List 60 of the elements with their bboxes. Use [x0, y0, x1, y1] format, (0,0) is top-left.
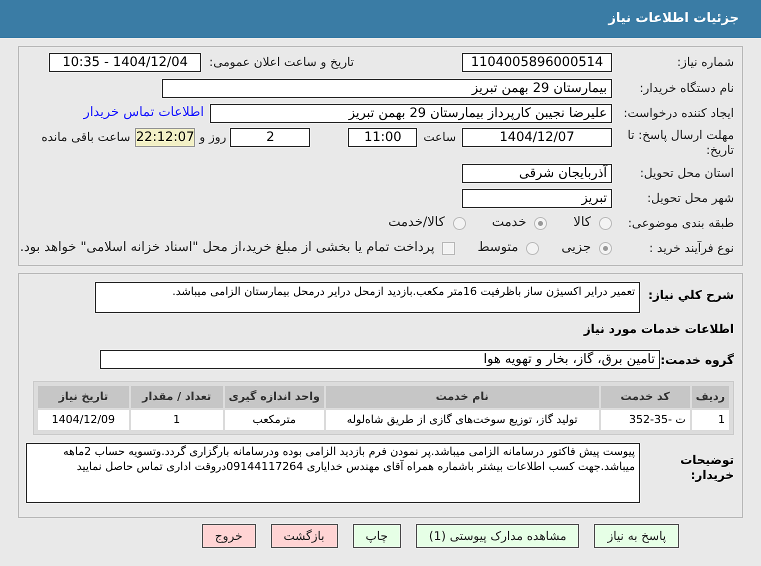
field-label: مهلت ارسال پاسخ: تا تاریخ:	[626, 128, 734, 158]
text-field[interactable]: 11:00	[348, 128, 418, 147]
field-label: شماره نیاز:	[676, 54, 734, 71]
table-cell: 1404/12/09	[38, 410, 129, 430]
action-button[interactable]: چاپ	[352, 524, 401, 548]
text-field[interactable]: 1104005896000514	[462, 52, 612, 72]
text-field[interactable]: تبریز	[462, 188, 612, 208]
text-field[interactable]: 1404/12/04 - 10:35	[49, 52, 202, 72]
table-cell: 1	[692, 410, 729, 430]
page-title: جزئیات اطلاعات نیاز	[608, 10, 739, 28]
summary-textarea[interactable]: تعمیر درایر اکسیژن ساز باظرفیت 16متر مکعب.بازدید ازمحل درایر درمحل بیمارستان الزامی میباشد.	[95, 282, 640, 313]
action-button[interactable]: پاسخ به نیاز	[594, 524, 680, 548]
table-cell: 1	[130, 410, 223, 430]
field-label: گروه خدمت:	[660, 352, 734, 368]
field-label: طبقه بندی موضوعی:	[626, 215, 734, 232]
radio-button[interactable]	[599, 216, 612, 230]
column-header: ردیف	[692, 386, 729, 408]
field-label: تاریخ و ساعت اعلان عمومی:	[209, 54, 354, 71]
field-label: نام دستگاه خریدار:	[638, 80, 734, 97]
action-button[interactable]: مشاهده مدارک پیوستی (1)	[416, 524, 580, 548]
table-cell: مترمکعب	[224, 410, 324, 430]
radio-button[interactable]	[534, 216, 548, 230]
radio-label: خدمت	[492, 214, 526, 232]
notes-textarea[interactable]: پیوست پیش فاکتور درسامانه الزامی میباشد.پر نمودن فرم بازدید الزامی بوده ودرسامانه بارگزاری گردد.وتسویه حساب 2ماهه میباشد.جهت کسب اطلاعات بیشتر باشماره همراه آقای مهندس خدایاری 09144117264دروقت اداری تماس حاصل نمایید	[26, 443, 640, 503]
radio-button[interactable]	[526, 242, 540, 254]
radio-label: جزیی	[561, 239, 591, 258]
table-cell: تولید گاز، توزیع سوخت‌های گازی از طریق شاه‌لوله	[326, 410, 599, 430]
field-label: ساعت	[423, 129, 456, 146]
text-field[interactable]: علیرضا نجیبن کارپرداز بیمارستان 29 بهمن تبریز	[210, 104, 612, 122]
field-label: توضیحات خریدار:	[679, 453, 734, 483]
contact-link[interactable]: اطلاعات تماس خریدار	[84, 103, 204, 123]
field-label: ساعت باقی مانده	[41, 129, 130, 146]
field-label: ایجاد کننده درخواست:	[622, 105, 734, 122]
field-label: استان محل تحویل:	[638, 165, 734, 182]
radio-label: کالا	[573, 214, 591, 232]
text-field[interactable]: تامین برق، گاز، بخار و تهویه هوا	[100, 350, 660, 369]
text-field[interactable]: 1404/12/07	[462, 128, 612, 147]
column-header: تاریخ نیاز	[38, 386, 129, 408]
field-label: شرح کلي نياز:	[648, 287, 734, 304]
field-label: شهر محل تحویل:	[646, 190, 734, 207]
radio-button[interactable]	[599, 242, 612, 254]
column-header: نام خدمت	[326, 386, 599, 408]
text-field[interactable]: آذربایجان شرقی	[462, 164, 612, 182]
checkbox[interactable]	[442, 242, 456, 254]
radio-label: متوسط	[477, 239, 518, 258]
radio-button[interactable]	[452, 216, 466, 230]
radio-label: کالا/خدمت	[388, 214, 445, 232]
section-title: اطلاعات خدمات مورد نیاز	[582, 321, 734, 338]
checkbox-label: پرداخت تمام یا بخشی از مبلغ خرید،از محل "اسناد خزانه اسلامی" خواهد بود.	[20, 239, 434, 258]
countdown-field: 22:12:07	[135, 128, 196, 147]
column-header: واحد اندازه گیری	[224, 386, 324, 408]
column-header: کد خدمت	[600, 386, 690, 408]
action-button[interactable]: خروج	[202, 524, 256, 548]
text-field[interactable]: بیمارستان 29 بهمن تبریز	[162, 78, 612, 98]
table-cell: ت -35-352	[600, 410, 690, 430]
action-button[interactable]: بازگشت	[270, 524, 338, 548]
field-label: روز و	[199, 129, 226, 146]
column-header: تعداد / مقدار	[130, 386, 223, 408]
text-field[interactable]: 2	[230, 128, 310, 147]
field-label: نوع فرآیند خرید :	[648, 240, 734, 257]
